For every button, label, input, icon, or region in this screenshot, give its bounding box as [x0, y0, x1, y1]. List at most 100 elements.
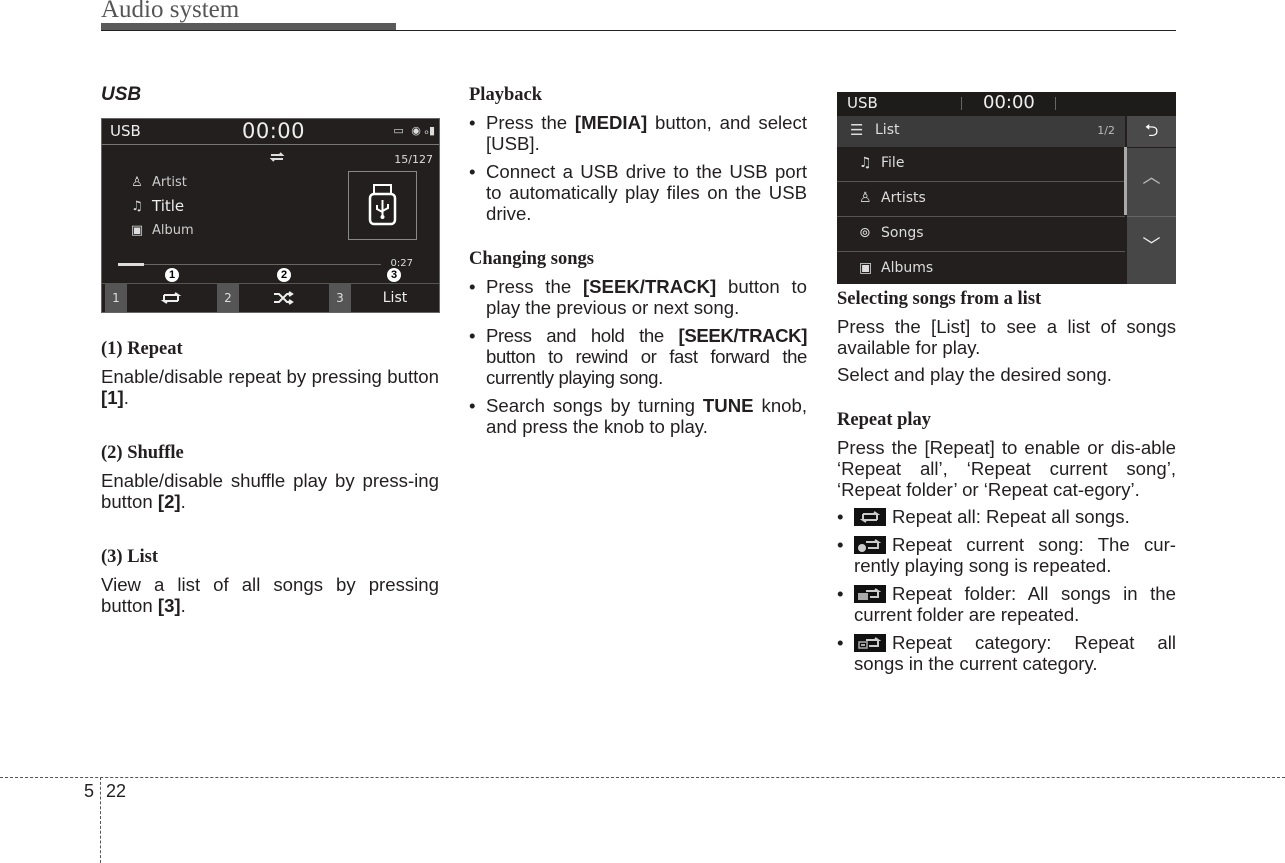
- back-button[interactable]: ⮌: [1127, 116, 1176, 147]
- progress-fill: [118, 263, 145, 266]
- signal-strength-icon: ₒ▮: [424, 124, 435, 137]
- source-label: USB: [110, 122, 141, 140]
- artist-label: Artist: [152, 175, 187, 190]
- person-icon: ♙: [859, 190, 872, 206]
- repeat-icon: [160, 292, 182, 304]
- header-rule: [101, 30, 1176, 31]
- usb-player-screen: USB 00:00 ▭ ◉ ₒ▮ 15/127 ♙ Artist ♫ Title…: [101, 118, 440, 313]
- button-number-1: 1: [105, 284, 127, 312]
- list-item-albums[interactable]: ▣ Albums: [837, 252, 1125, 284]
- section-number: 5: [84, 781, 95, 801]
- list-item: Repeat all: Repeat all songs.: [837, 506, 1176, 527]
- bluetooth-audio-icon: ◉: [411, 124, 421, 137]
- page-number: 22: [106, 781, 127, 801]
- list-icon: ☰: [850, 121, 864, 139]
- clock: 00:00: [983, 92, 1035, 113]
- button-number-2: 2: [217, 284, 239, 312]
- status-bar: USB 00:00 ▭ ◉ ₒ▮: [102, 119, 439, 145]
- list-item-file[interactable]: ♫ File: [837, 147, 1125, 182]
- progress-bar[interactable]: [118, 263, 381, 266]
- scroll-up-button[interactable]: ︿: [1127, 148, 1176, 217]
- selecting-text: Press the [List] to see a list of songs …: [837, 316, 1176, 358]
- repeat-section: (1) Repeat Enable/disable repeat by pres…: [101, 338, 439, 408]
- control-bar: 1 2 3 List: [102, 283, 439, 312]
- artist-row: ♙ Artist: [130, 175, 187, 190]
- selecting-text-2: Select and play the desired song.: [837, 364, 1112, 385]
- list-item: Search songs by turning TUNE knob, and p…: [469, 395, 807, 437]
- list-item-artists[interactable]: ♙ Artists: [837, 182, 1125, 217]
- clock: 00:00: [242, 119, 306, 143]
- track-count: 15/127: [394, 153, 433, 166]
- list-item: Repeat current song: The cur-rently play…: [837, 534, 1176, 576]
- repeat-button[interactable]: [127, 284, 215, 312]
- callout-2: 2: [277, 268, 291, 282]
- list-item: Repeat folder: All songs in the current …: [837, 583, 1176, 625]
- callout-1: 1: [165, 268, 179, 282]
- song-search-icon: ⊚: [859, 225, 871, 241]
- battery-icon: ▭: [393, 124, 404, 137]
- list-header: ☰ List 1/2: [837, 116, 1125, 147]
- list-item: Repeat category: Repeat all songs in the…: [837, 632, 1176, 674]
- shuffle-heading: (2) Shuffle: [101, 443, 184, 463]
- shuffle-section: (2) Shuffle Enable/disable shuffle play …: [101, 442, 439, 512]
- list-item: Press and hold the [SEEK/TRACK] button t…: [469, 325, 807, 388]
- album-icon: ▣: [130, 223, 144, 238]
- middle-column: Playback Press the [MEDIA] button, and s…: [469, 84, 807, 444]
- list-item: Press the [SEEK/TRACK] button to play th…: [469, 276, 807, 318]
- repeat-play-text: Press the [Repeat] to enable or dis-able…: [837, 437, 1176, 500]
- album-row: ▣ Album: [130, 223, 194, 238]
- repeat-category-icon: [854, 634, 886, 652]
- source-label: USB: [847, 94, 878, 112]
- usb-drive-icon: [368, 184, 397, 226]
- footer-divider: [100, 777, 101, 863]
- title-label: Title: [152, 197, 185, 215]
- person-icon: ♙: [131, 175, 143, 190]
- list-section: (3) List View a list of all songs by pre…: [101, 546, 439, 616]
- title-row: ♫ Title: [130, 197, 184, 215]
- repeat-play-heading: Repeat play: [837, 410, 932, 430]
- repeat-all-icon: [854, 508, 886, 526]
- status-icons: ▭ ◉ ₒ▮: [393, 124, 435, 137]
- album-icon: ▣: [859, 260, 873, 276]
- list-item: Connect a USB drive to the USB port to a…: [469, 161, 807, 224]
- repeat-icon: [268, 148, 286, 167]
- list-button[interactable]: List: [351, 284, 439, 312]
- usb-heading: USB: [101, 84, 142, 105]
- album-label: Album: [152, 223, 194, 238]
- repeat-modes-list: Repeat all: Repeat all songs. Repeat cur…: [837, 506, 1176, 674]
- footer-rule: [0, 777, 1285, 778]
- music-note-icon: ♫: [859, 155, 872, 171]
- chevron-down-icon: ﹀: [1142, 236, 1161, 257]
- chevron-up-icon: ︿: [1142, 167, 1161, 188]
- page-indicator: 1/2: [1097, 124, 1115, 137]
- button-number-3: 3: [329, 284, 351, 312]
- repeat-one-icon: [854, 536, 886, 554]
- repeat-text: Enable/disable repeat by pressing button…: [101, 366, 439, 408]
- repeat-heading: (1) Repeat: [101, 339, 183, 359]
- changing-songs-heading: Changing songs: [469, 249, 594, 269]
- shuffle-text: Enable/disable shuffle play by press-ing…: [101, 470, 439, 512]
- list-heading: (3) List: [101, 547, 159, 567]
- list-text: View a list of all songs by pressing but…: [101, 574, 439, 616]
- separator: [961, 97, 962, 110]
- callout-3: 3: [387, 268, 401, 282]
- status-bar: USB 00:00: [837, 92, 1176, 116]
- playback-heading: Playback: [469, 85, 542, 105]
- back-icon: ⮌: [1144, 121, 1159, 141]
- repeat-folder-icon: [854, 585, 886, 603]
- separator: [1055, 97, 1056, 110]
- usb-list-screen: USB 00:00 ☰ List 1/2 ⮌ ♫ File ♙ Artists …: [837, 92, 1176, 284]
- list-title: List: [875, 122, 900, 138]
- list-item-songs[interactable]: ⊚ Songs: [837, 217, 1125, 252]
- album-art: [348, 171, 417, 240]
- right-column: Selecting songs from a list Press the [L…: [837, 288, 1176, 681]
- changing-songs-list: Press the [SEEK/TRACK] button to play th…: [469, 276, 807, 437]
- scroll-down-button[interactable]: ﹀: [1127, 217, 1176, 284]
- list-item: Press the [MEDIA] button, and select [US…: [469, 112, 807, 154]
- shuffle-button[interactable]: [239, 284, 327, 312]
- music-note-icon: ♫: [131, 198, 143, 214]
- playback-list: Press the [MEDIA] button, and select [US…: [469, 112, 807, 224]
- left-sections: (1) Repeat Enable/disable repeat by pres…: [101, 338, 439, 616]
- left-column: USB: [101, 84, 439, 105]
- shuffle-icon: [274, 291, 294, 305]
